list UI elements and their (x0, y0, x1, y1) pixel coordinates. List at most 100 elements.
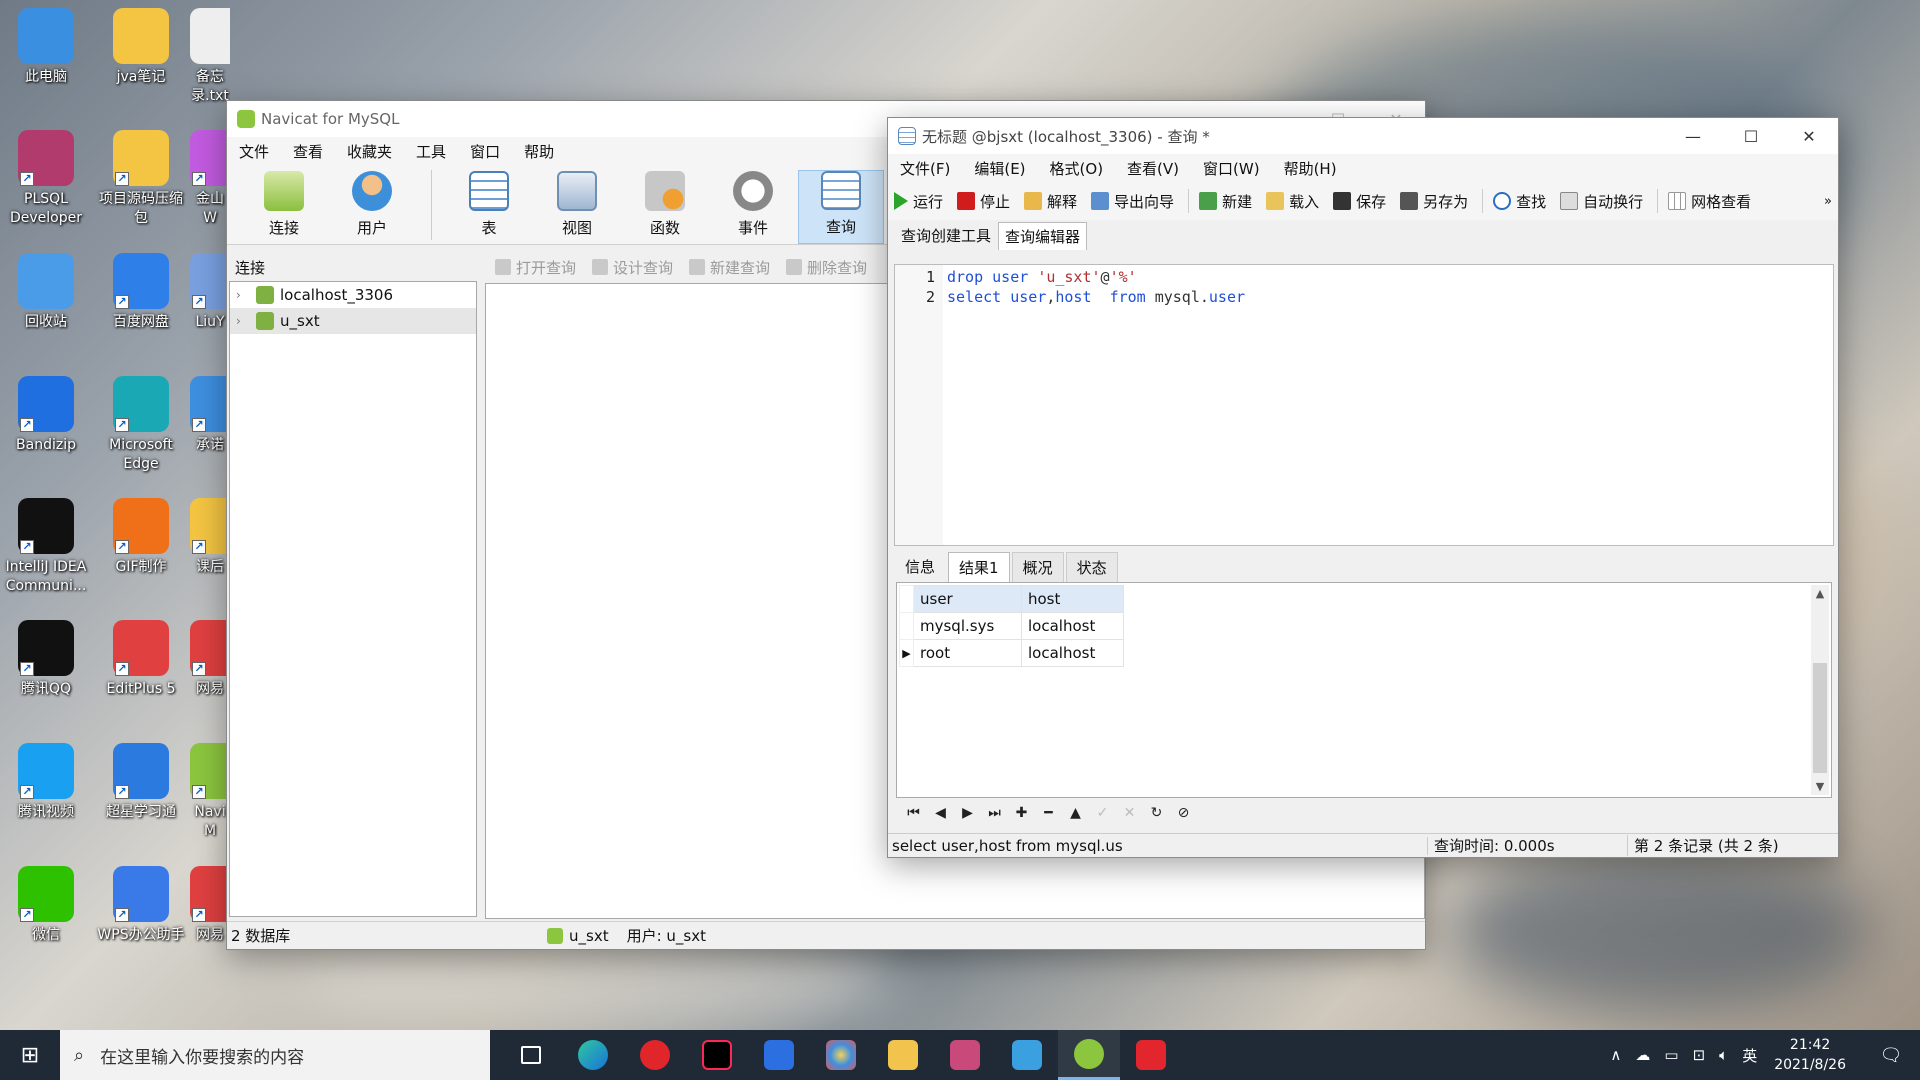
connection-tree[interactable]: › localhost_3306 › u_sxt (229, 281, 477, 917)
desktop-icon[interactable]: ↗ Bandizip (0, 376, 92, 455)
tab-status[interactable]: 状态 (1065, 552, 1118, 582)
desktop-icon[interactable]: ↗ 腾讯视频 (0, 743, 92, 822)
table-cell[interactable]: localhost (1021, 612, 1124, 640)
ime-indicator[interactable]: 英 (1742, 1045, 1757, 1066)
new-button[interactable]: 新建 (1199, 191, 1252, 212)
taskbar-edge[interactable] (562, 1030, 624, 1080)
prev-record-icon[interactable]: ◀ (927, 805, 954, 821)
qmenu-help[interactable]: 帮助(H) (1272, 158, 1349, 179)
volume-icon[interactable]: 🔈︎ (1719, 1046, 1728, 1064)
vertical-scrollbar[interactable]: ▲ ▼ (1811, 585, 1829, 795)
taskbar-youdao[interactable] (1120, 1030, 1182, 1080)
taskbar-intellij[interactable] (686, 1030, 748, 1080)
qmenu-window[interactable]: 窗口(W) (1191, 158, 1272, 179)
taskbar-search[interactable]: ⌕ 在这里输入你要搜索的内容 (60, 1030, 490, 1080)
desktop-icon[interactable]: ↗ Navi M (190, 743, 230, 841)
result-grid[interactable]: user host mysql.sys localhost ▶ root localhost… (896, 582, 1832, 798)
close-icon[interactable]: ✕ (1780, 118, 1838, 154)
desktop-icon[interactable]: ↗ EditPlus 5 (95, 620, 187, 699)
minimize-icon[interactable]: — (1664, 118, 1722, 154)
tree-item-u-sxt[interactable]: › u_sxt (230, 308, 476, 334)
tab-profile[interactable]: 概况 (1011, 552, 1064, 582)
discard-icon[interactable]: ✕ (1116, 805, 1143, 821)
desktop-icon[interactable]: ↗ 百度网盘 (95, 253, 187, 332)
explain-button[interactable]: 解释 (1024, 191, 1077, 212)
scroll-thumb[interactable] (1813, 663, 1827, 773)
toolbar-overflow-icon[interactable]: » (1824, 194, 1832, 209)
network-icon[interactable]: ⊡ (1693, 1046, 1706, 1064)
sql-editor[interactable]: 12 drop user 'u_sxt'@'%' select user,host… (894, 264, 1834, 546)
table-cell[interactable]: mysql.sys (913, 612, 1022, 640)
menu-file[interactable]: 文件 (227, 141, 281, 162)
function-button[interactable]: 函数 (622, 170, 708, 244)
export-wizard-button[interactable]: 导出向导 (1091, 191, 1174, 212)
menu-view[interactable]: 查看 (281, 141, 335, 162)
table-cell[interactable]: root (913, 639, 1022, 667)
desktop-icon[interactable]: ↗ Microsoft Edge (95, 376, 187, 474)
first-record-icon[interactable]: ⏮ (900, 805, 927, 821)
tab-query-editor[interactable]: 查询编辑器 (998, 222, 1088, 250)
chevron-right-icon[interactable]: › (236, 288, 252, 302)
sql-code[interactable]: drop user 'u_sxt'@'%' select user,host fr… (943, 265, 1245, 545)
maximize-icon[interactable]: ☐ (1722, 118, 1780, 154)
desktop-icon[interactable]: ↗ 腾讯QQ (0, 620, 92, 699)
stop-button[interactable]: 停止 (957, 191, 1010, 212)
taskbar-file-explorer[interactable] (872, 1030, 934, 1080)
taskbar-netease-music[interactable] (624, 1030, 686, 1080)
desktop-icon[interactable]: ↗ 项目源码压缩包 (95, 130, 187, 228)
desktop-icon[interactable]: ↗ 金山W (190, 130, 230, 228)
desktop-icon[interactable]: ↗ 课后 (190, 498, 230, 577)
menu-window[interactable]: 窗口 (458, 141, 512, 162)
delete-query-button[interactable]: 删除查询 (786, 257, 867, 278)
qmenu-format[interactable]: 格式(O) (1038, 158, 1116, 179)
desktop-icon[interactable]: ↗ 网易 (190, 620, 230, 699)
desktop-icon[interactable]: ↗ 超星学习通 (95, 743, 187, 822)
notification-icon[interactable]: 🗨︎ (1869, 1045, 1913, 1066)
taskbar-plsql[interactable] (934, 1030, 996, 1080)
load-button[interactable]: 载入 (1266, 191, 1319, 212)
task-view-button[interactable] (500, 1030, 562, 1080)
tab-info[interactable]: 信息 (894, 551, 946, 582)
table-row[interactable]: ▶ root localhost (899, 639, 1124, 667)
run-button[interactable]: 运行 (894, 191, 943, 212)
query-titlebar[interactable]: 无标题 @bjsxt (localhost_3306) - 查询 * — ☐ ✕ (888, 118, 1838, 154)
connect-button[interactable]: 连接 (241, 170, 327, 244)
scroll-down-icon[interactable]: ▼ (1811, 780, 1829, 793)
last-record-icon[interactable]: ⏭ (981, 805, 1008, 821)
design-query-button[interactable]: 设计查询 (592, 257, 673, 278)
desktop-icon[interactable]: ↗ 网易 (190, 866, 230, 945)
taskbar-wps[interactable] (748, 1030, 810, 1080)
refresh-icon[interactable]: ↻ (1143, 805, 1170, 821)
column-header[interactable]: user (913, 585, 1022, 613)
delete-record-icon[interactable]: ━ (1035, 805, 1062, 821)
result-table[interactable]: user host mysql.sys localhost ▶ root localhost (899, 585, 1124, 667)
sql-line[interactable]: select user,host from mysql.user (947, 287, 1245, 307)
tab-result1[interactable]: 结果1 (948, 552, 1010, 582)
stop-refresh-icon[interactable]: ⊘ (1170, 805, 1197, 821)
desktop-icon[interactable]: 回收站 (0, 253, 92, 332)
new-query-button[interactable]: 新建查询 (689, 257, 770, 278)
edit-record-icon[interactable]: ▲ (1062, 805, 1089, 821)
apply-icon[interactable]: ✓ (1089, 805, 1116, 821)
menu-help[interactable]: 帮助 (512, 141, 566, 162)
desktop-icon[interactable]: 此电脑 (0, 8, 92, 87)
table-button[interactable]: 表 (446, 170, 532, 244)
tree-item-localhost[interactable]: › localhost_3306 (230, 282, 476, 308)
open-query-button[interactable]: 打开查询 (495, 257, 576, 278)
chevron-right-icon[interactable]: › (236, 314, 252, 328)
table-cell[interactable]: localhost (1021, 639, 1124, 667)
desktop-icon[interactable]: ↗ LiuY (190, 253, 230, 332)
desktop-icon[interactable]: ↗ PLSQL Developer (0, 130, 92, 228)
save-as-button[interactable]: 另存为 (1400, 191, 1468, 212)
desktop-icon[interactable]: ↗ WPS办公助手 (95, 866, 187, 945)
taskbar-paint[interactable] (810, 1030, 872, 1080)
save-button[interactable]: 保存 (1333, 191, 1386, 212)
desktop-icon[interactable]: ↗ IntelliJ IDEA Communi... (0, 498, 92, 596)
menu-favorites[interactable]: 收藏夹 (335, 141, 404, 162)
find-button[interactable]: 查找 (1493, 191, 1546, 212)
user-button[interactable]: 用户 (329, 170, 415, 244)
taskbar-navicat[interactable] (1058, 1030, 1120, 1080)
start-button[interactable]: ⊞ (0, 1030, 60, 1080)
qmenu-view[interactable]: 查看(V) (1115, 158, 1191, 179)
grid-view-button[interactable]: 网格查看 (1668, 191, 1751, 212)
